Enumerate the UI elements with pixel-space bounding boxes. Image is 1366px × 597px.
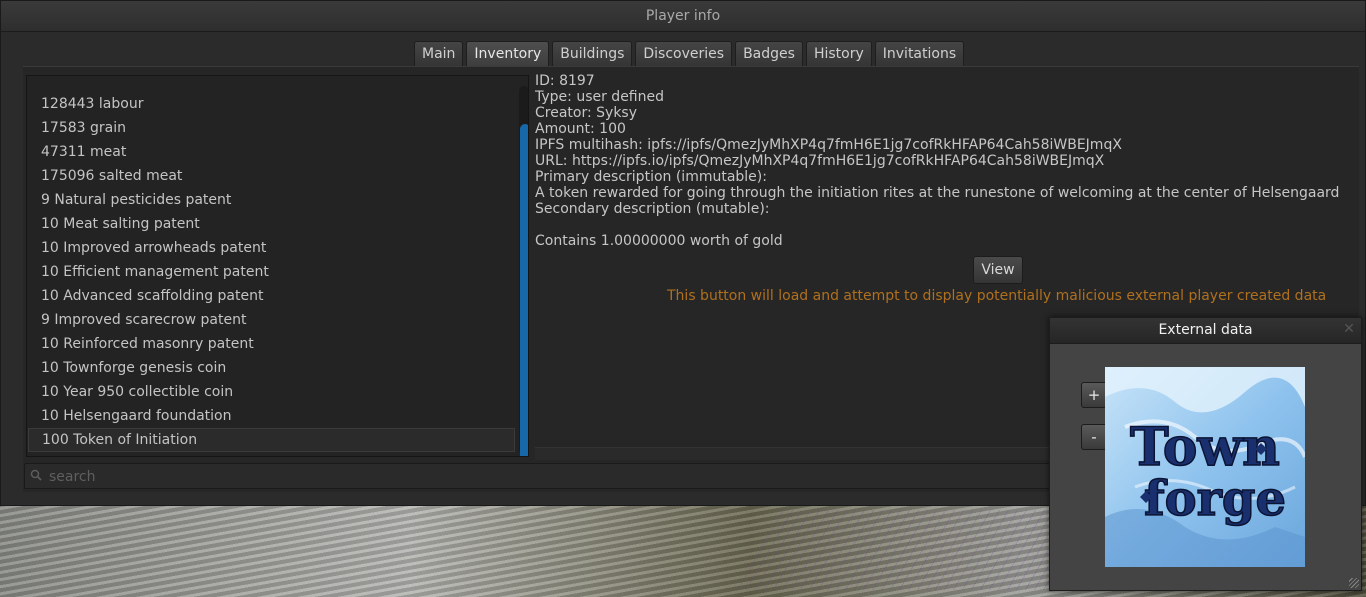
zoom-out-button[interactable]: - [1081, 424, 1107, 450]
detail-creator: Creator: Syksy [535, 105, 638, 121]
zoom-in-button[interactable]: + [1081, 382, 1107, 408]
detail-contains: Contains 1.00000000 worth of gold [535, 233, 783, 249]
detail-spacer [535, 217, 1355, 233]
detail-amount: Amount: 100 [535, 121, 626, 137]
list-item[interactable]: 10 Meat salting patent [41, 213, 200, 235]
logo-text-forge: forge [1144, 471, 1286, 527]
warning-text: This button will load and attempt to dis… [667, 288, 1327, 304]
search-input[interactable] [47, 466, 1051, 488]
list-item[interactable]: 10 Reinforced masonry patent [41, 333, 254, 355]
list-item[interactable]: 10 Efficient management patent [41, 261, 269, 283]
list-item[interactable]: 175096 salted meat [41, 165, 182, 187]
external-data-window: External data ✕ + - Town forge [1049, 317, 1362, 591]
detail-primary-label: Primary description (immutable): [535, 169, 767, 185]
resize-handle[interactable] [1349, 578, 1359, 588]
detail-id: ID: 8197 [535, 73, 595, 89]
window-title: Player info [1, 1, 1365, 32]
detail-ipfs-multihash: IPFS multihash: ipfs://ipfs/QmezJyMhXP4q… [535, 137, 1122, 153]
close-icon[interactable]: ✕ [1342, 322, 1356, 336]
detail-url: URL: https://ipfs.io/ipfs/QmezJyMhXP4q7f… [535, 153, 1105, 169]
tab-badges[interactable]: Badges [735, 41, 803, 66]
tab-main[interactable]: Main [414, 41, 464, 66]
townforge-logo-image: Town forge [1105, 367, 1305, 567]
list-item[interactable]: 10 Improved arrowheads patent [41, 237, 266, 259]
search-box[interactable] [24, 463, 1084, 489]
list-item[interactable]: 17583 grain [41, 117, 126, 139]
detail-secondary-label: Secondary description (mutable): [535, 201, 770, 217]
list-item[interactable]: 9 Natural pesticides patent [41, 189, 231, 211]
search-icon [30, 469, 42, 481]
list-item[interactable]: 10 Townforge genesis coin [41, 357, 226, 379]
detail-type: Type: user defined [535, 89, 665, 105]
tab-inventory[interactable]: Inventory [466, 41, 550, 66]
view-button[interactable]: View [973, 256, 1023, 284]
list-item[interactable]: 10 Helsengaard foundation [41, 405, 232, 427]
detail-primary-text: A token rewarded for going through the i… [535, 185, 1340, 201]
tab-buildings[interactable]: Buildings [552, 41, 633, 66]
tab-discoveries[interactable]: Discoveries [635, 41, 733, 66]
list-item[interactable]: 47311 meat [41, 141, 126, 163]
tab-history[interactable]: History [805, 41, 872, 66]
list-item-selected[interactable]: 100 Token of Initiation [28, 428, 515, 452]
inventory-list: 128443 labour 17583 grain 47311 meat 175… [26, 75, 529, 457]
item-details: ID: 8197 Type: user defined Creator: Syk… [535, 73, 1355, 249]
inventory-scroll-thumb[interactable] [520, 124, 528, 456]
external-data-title: External data [1050, 318, 1361, 344]
list-item[interactable]: 128443 labour [41, 93, 143, 115]
list-item[interactable]: 10 Advanced scaffolding patent [41, 285, 263, 307]
tab-bar: Main Inventory Buildings Discoveries Bad… [414, 41, 965, 66]
tab-invitations[interactable]: Invitations [874, 41, 965, 66]
list-item[interactable]: 9 Improved scarecrow patent [41, 309, 246, 331]
list-item[interactable]: 10 Year 950 collectible coin [41, 381, 233, 403]
